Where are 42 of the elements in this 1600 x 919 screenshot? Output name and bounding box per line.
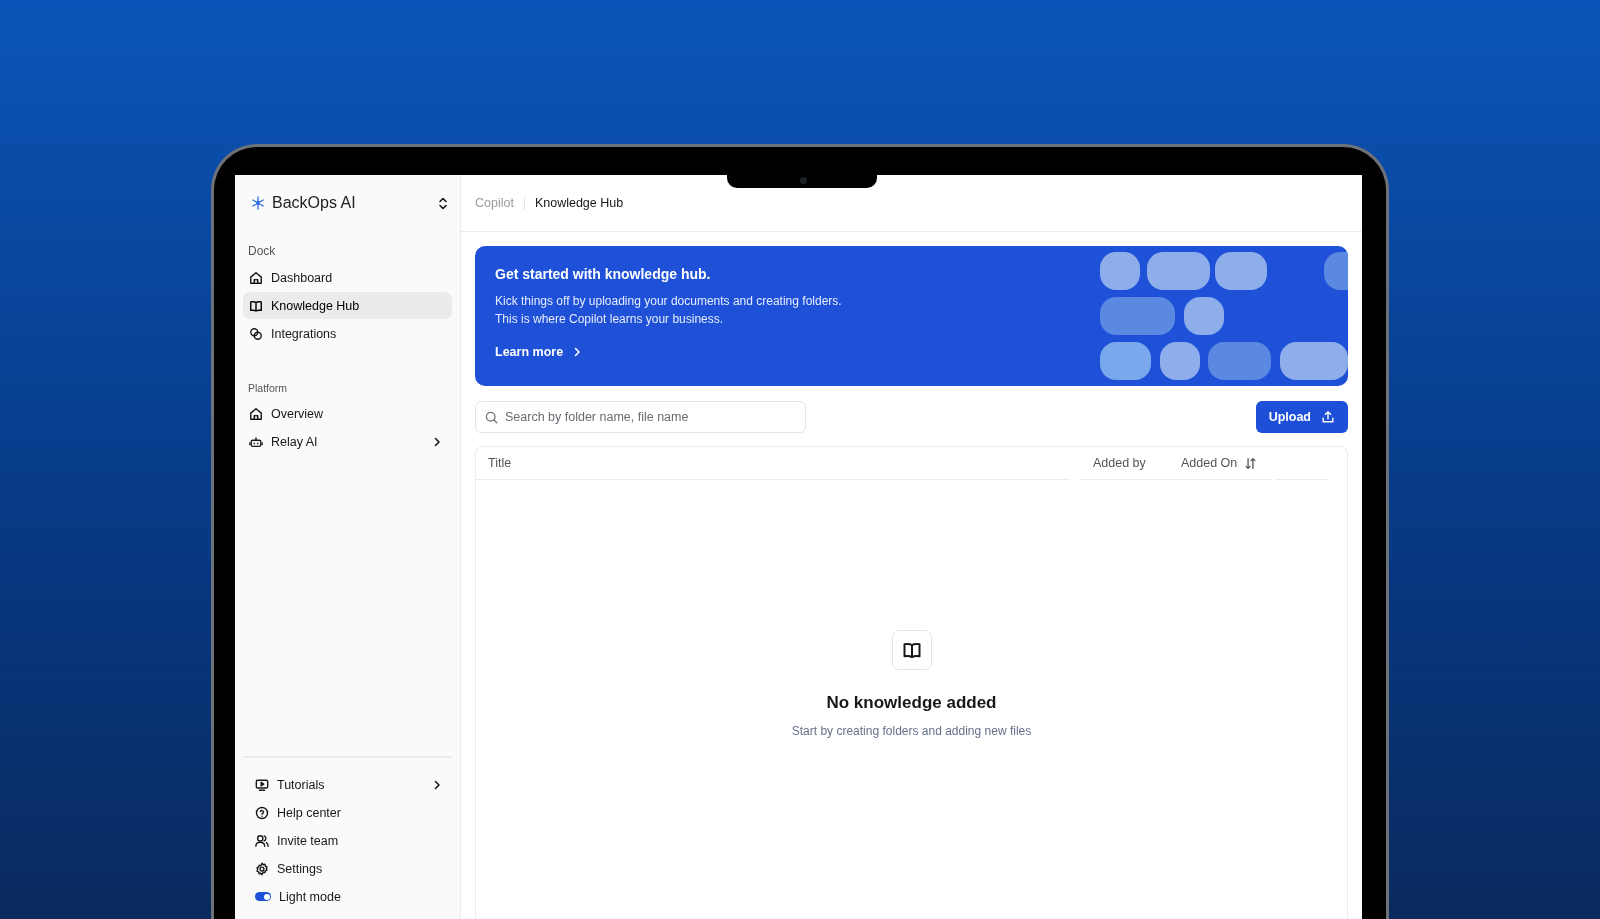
column-header: Added by — [1080, 447, 1168, 480]
chevron-right-icon — [572, 347, 583, 357]
home-icon — [249, 270, 263, 285]
search-icon — [485, 411, 498, 424]
sidebar-item[interactable]: Overview — [243, 400, 452, 427]
upload-icon — [1321, 410, 1335, 424]
empty-state-title: No knowledge added — [826, 693, 997, 713]
monitor-play-icon — [255, 777, 269, 792]
logo-icon — [251, 196, 265, 210]
sidebar-item[interactable]: Settings — [243, 855, 452, 882]
breadcrumb-item: Knowledge Hub — [534, 196, 624, 210]
sidebar-item[interactable]: Tutorials — [243, 771, 452, 798]
sidebar-item[interactable]: Relay AI — [243, 428, 452, 455]
banner-title: Get started with knowledge hub. — [495, 266, 712, 282]
linked-circles-icon — [249, 326, 263, 341]
brand-name: BackOps AI — [272, 194, 356, 212]
banner-text: Kick things off by uploading your documents and creating folders. — [495, 293, 842, 310]
help-icon — [255, 805, 269, 820]
theme-toggle[interactable]: Light mode — [243, 883, 452, 910]
sidebar-item[interactable]: Dashboard — [243, 264, 452, 291]
chevron-right-icon — [432, 436, 442, 447]
section-heading: Dock — [247, 244, 277, 258]
empty-state-text: Start by creating folders and adding new files — [791, 724, 1032, 738]
users-icon — [255, 833, 269, 848]
home-icon — [249, 406, 263, 421]
search-field[interactable]: Search by folder name, file name — [475, 401, 806, 433]
switcher-icon[interactable] — [438, 196, 448, 210]
chevron-right-icon — [432, 779, 442, 790]
learn-more-link[interactable]: Learn more — [495, 345, 842, 359]
book-icon — [249, 298, 263, 313]
banner-text: This is where Copilot learns your business. — [495, 311, 725, 328]
toggle-switch[interactable] — [255, 892, 271, 901]
sidebar-item[interactable]: Invite team — [243, 827, 452, 854]
section-heading: Platform — [247, 382, 289, 394]
book-icon — [901, 640, 922, 660]
sidebar-item[interactable]: Integrations — [243, 320, 452, 347]
sidebar-item[interactable]: Knowledge Hub — [243, 292, 452, 319]
column-header: Title — [476, 447, 1070, 480]
sidebar-item[interactable]: Help center — [243, 799, 452, 826]
settings-icon — [255, 861, 269, 876]
upload-button[interactable]: Upload — [1255, 401, 1348, 433]
column-header[interactable]: Added On — [1168, 447, 1272, 480]
